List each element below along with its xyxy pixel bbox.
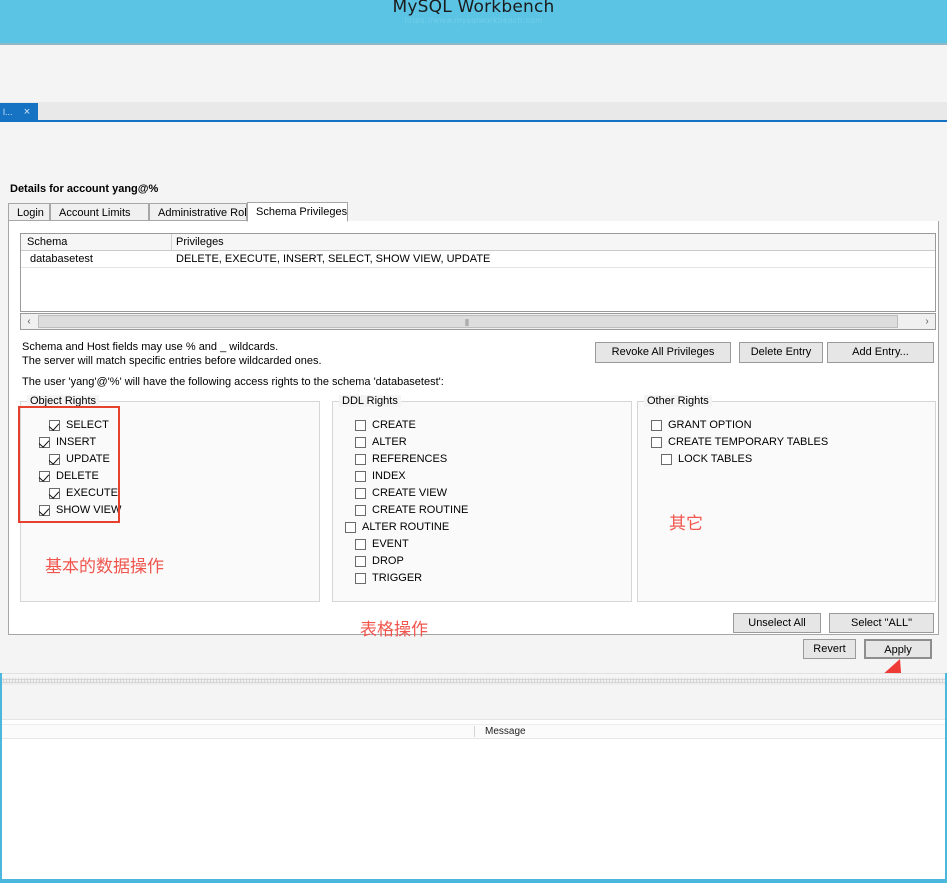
checkbox-insert-icon[interactable] — [39, 437, 50, 448]
tab-schema-privileges[interactable]: Schema Privileges — [247, 202, 348, 222]
checkbox-execute-icon[interactable] — [49, 488, 60, 499]
checkbox-label-trigger: TRIGGER — [372, 572, 423, 584]
checkbox-label-references: REFERENCES — [372, 453, 448, 465]
app-banner: MySQL Workbench https://www.mysqlworkben… — [0, 0, 947, 45]
editor-tab-bar: l... × — [0, 102, 947, 121]
app-title: MySQL Workbench — [392, 0, 555, 17]
checkbox-create-routine-icon[interactable] — [355, 505, 366, 516]
checkbox-create-view-icon[interactable] — [355, 488, 366, 499]
close-icon[interactable]: × — [21, 106, 33, 118]
checkbox-label-insert: INSERT — [56, 436, 97, 448]
toolbar-area — [0, 45, 947, 102]
access-rights-note: The user 'yang'@'%' will have the follow… — [22, 376, 444, 388]
checkbox-create-icon[interactable] — [355, 420, 366, 431]
add-entry-button[interactable]: Add Entry... — [827, 342, 934, 363]
scroll-right-arrow-icon[interactable]: › — [919, 314, 935, 329]
checkbox-label-delete: DELETE — [56, 470, 99, 482]
annotation-basic-operations: 基本的数据操作 — [45, 557, 164, 577]
scrollbar-thumb[interactable]: ⦀ — [38, 315, 898, 328]
details-tabstrip: Login Account Limits Administrative Role… — [8, 202, 939, 222]
column-header-privileges[interactable]: Privileges — [176, 236, 224, 248]
annotation-table-operations: 表格操作 — [360, 620, 428, 640]
window-left-edge — [0, 673, 2, 883]
checkbox-grant-option-icon[interactable] — [651, 420, 662, 431]
ddl-rights-title: DDL Rights — [339, 395, 401, 407]
apply-button[interactable]: Apply — [864, 639, 932, 659]
checkbox-select-icon[interactable] — [49, 420, 60, 431]
checkbox-references-icon[interactable] — [355, 454, 366, 465]
column-divider[interactable] — [171, 234, 172, 251]
delete-entry-button[interactable]: Delete Entry — [739, 342, 823, 363]
other-rights-group: Other Rights GRANT OPTION CREATE TEMPORA… — [637, 395, 936, 602]
wildcard-note-line1: Schema and Host fields may use % and _ w… — [22, 341, 279, 353]
checkbox-label-update: UPDATE — [66, 453, 110, 465]
grid-header-row: Schema Privileges — [21, 234, 935, 251]
revoke-all-privileges-button[interactable]: Revoke All Privileges — [595, 342, 731, 363]
scrollbar-grip-icon: ⦀ — [465, 318, 469, 328]
annotation-other-rights: 其它 — [669, 514, 703, 534]
cell-schema: databasetest — [30, 253, 93, 265]
checkbox-label-create-routine: CREATE ROUTINE — [372, 504, 469, 516]
checkbox-label-show-view: SHOW VIEW — [56, 504, 122, 516]
checkbox-event-icon[interactable] — [355, 539, 366, 550]
checkbox-create-temporary-tables-icon[interactable] — [651, 437, 662, 448]
unselect-all-button[interactable]: Unselect All — [733, 613, 821, 633]
checkbox-label-drop: DROP — [372, 555, 404, 567]
schema-privileges-grid[interactable]: Schema Privileges databasetest DELETE, E… — [20, 233, 936, 312]
window-bottom-edge — [0, 879, 947, 883]
output-grid-body — [0, 740, 947, 879]
checkbox-drop-icon[interactable] — [355, 556, 366, 567]
checkbox-label-lock-tables: LOCK TABLES — [678, 453, 753, 465]
checkbox-label-create: CREATE — [372, 419, 416, 431]
checkbox-alter-icon[interactable] — [355, 437, 366, 448]
checkbox-label-index: INDEX — [372, 470, 406, 482]
splitter-grip-icon — [0, 678, 947, 683]
checkbox-label-alter: ALTER — [372, 436, 407, 448]
page-title: Details for account yang@% — [10, 183, 159, 195]
tab-account-limits[interactable]: Account Limits — [50, 203, 149, 221]
editor-tab-label: l... — [3, 107, 13, 117]
checkbox-label-execute: EXECUTE — [66, 487, 118, 499]
output-toolbar-area — [0, 685, 947, 720]
checkbox-label-create-view: CREATE VIEW — [372, 487, 447, 499]
checkbox-delete-icon[interactable] — [39, 471, 50, 482]
app-subtitle: https://www.mysqlworkbench.com — [404, 16, 543, 25]
grid-horizontal-scrollbar[interactable]: ‹ ⦀ › — [20, 313, 936, 330]
column-header-message[interactable]: Message — [485, 726, 526, 737]
checkbox-trigger-icon[interactable] — [355, 573, 366, 584]
wildcard-note-line2: The server will match specific entries b… — [22, 355, 322, 367]
output-column-divider[interactable] — [474, 726, 475, 737]
column-header-schema[interactable]: Schema — [27, 236, 67, 248]
ddl-rights-group: DDL Rights CREATE ALTER REFERENCES INDEX… — [332, 395, 632, 602]
checkbox-label-grant-option: GRANT OPTION — [668, 419, 752, 431]
tab-login[interactable]: Login — [8, 203, 50, 221]
checkbox-show-view-icon[interactable] — [39, 505, 50, 516]
checkbox-label-create-temporary-tables: CREATE TEMPORARY TABLES — [668, 436, 829, 448]
editor-tab-active[interactable]: l... × — [0, 103, 38, 121]
tab-administrative-roles[interactable]: Administrative Roles — [149, 203, 258, 221]
scroll-left-arrow-icon[interactable]: ‹ — [21, 314, 37, 329]
cell-privileges: DELETE, EXECUTE, INSERT, SELECT, SHOW VI… — [176, 253, 491, 265]
checkbox-alter-routine-icon[interactable] — [345, 522, 356, 533]
checkbox-label-select: SELECT — [66, 419, 109, 431]
checkbox-label-event: EVENT — [372, 538, 409, 550]
checkbox-index-icon[interactable] — [355, 471, 366, 482]
select-all-button[interactable]: Select "ALL" — [829, 613, 934, 633]
checkbox-update-icon[interactable] — [49, 454, 60, 465]
checkbox-lock-tables-icon[interactable] — [661, 454, 672, 465]
other-rights-title: Other Rights — [644, 395, 712, 407]
checkbox-label-alter-routine: ALTER ROUTINE — [362, 521, 450, 533]
table-row[interactable]: databasetest DELETE, EXECUTE, INSERT, SE… — [21, 251, 935, 268]
revert-button[interactable]: Revert — [803, 639, 856, 659]
object-rights-title: Object Rights — [27, 395, 100, 407]
